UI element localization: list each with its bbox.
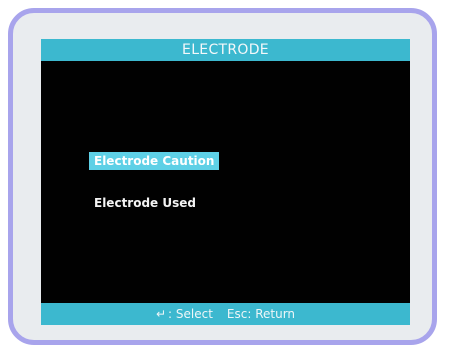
enter-key-icon: ↵ — [155, 307, 167, 321]
select-hint: : Select — [168, 307, 213, 321]
return-hint: Esc: Return — [226, 307, 296, 321]
status-bar: ↵: Select Esc: Return — [41, 303, 410, 325]
screen-title: ELECTRODE — [41, 39, 410, 61]
menu-item-electrode-caution[interactable]: Electrode Caution — [89, 152, 220, 170]
menu-item-electrode-used[interactable]: Electrode Used — [89, 194, 201, 212]
device-screen: ELECTRODE Electrode Caution Electrode Us… — [41, 39, 410, 325]
